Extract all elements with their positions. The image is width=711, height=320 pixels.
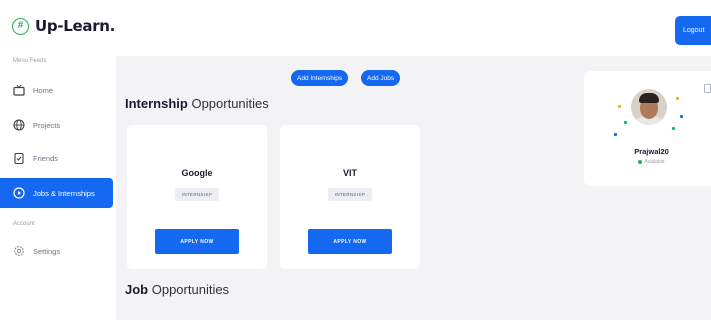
add-internships-button[interactable]: Add Internships bbox=[291, 70, 349, 86]
sidebar: # Up-Learn. Menu Feeds Home Projects Fri… bbox=[0, 0, 116, 320]
play-circle-icon bbox=[13, 187, 25, 199]
top-bar: Logout bbox=[116, 0, 711, 56]
profile-card: Prajwal20 Available bbox=[584, 71, 711, 186]
sidebar-item-jobs-internships[interactable]: Jobs & Internships bbox=[0, 178, 113, 208]
globe-icon bbox=[13, 119, 25, 131]
sidebar-item-settings[interactable]: Settings bbox=[0, 236, 113, 266]
confetti-dot bbox=[614, 133, 617, 136]
tv-icon bbox=[13, 84, 25, 96]
confetti-dot bbox=[676, 97, 679, 100]
document-icon[interactable] bbox=[704, 84, 711, 93]
sidebar-item-label: Friends bbox=[33, 153, 59, 163]
internship-tag: INTERNSHIP bbox=[327, 188, 373, 201]
jobs-section-title: Job Opportunities bbox=[125, 282, 230, 297]
confetti-dot bbox=[672, 127, 675, 130]
company-name: VIT bbox=[342, 168, 357, 178]
apply-now-button[interactable]: APPLY NOW bbox=[308, 229, 392, 254]
menu-section-label: Menu Feeds bbox=[13, 58, 47, 64]
company-name: Google bbox=[181, 168, 213, 178]
brand-name: Up-Learn. bbox=[35, 17, 116, 35]
sidebar-item-label: Projects bbox=[33, 120, 61, 130]
internship-tag: INTERNSHIP bbox=[174, 188, 220, 201]
internship-card: VIT INTERNSHIP APPLY NOW bbox=[280, 125, 420, 269]
avatar[interactable] bbox=[631, 89, 667, 125]
internships-section-title: Internship Opportunities bbox=[125, 96, 269, 111]
online-dot-icon bbox=[638, 159, 643, 164]
account-section-label: Account bbox=[13, 221, 35, 227]
sidebar-item-label: Settings bbox=[33, 246, 61, 256]
profile-username: Prajwal20 bbox=[634, 147, 669, 156]
gear-icon bbox=[13, 245, 25, 257]
sidebar-item-label: Home bbox=[33, 85, 54, 95]
sidebar-item-label: Jobs & Internships bbox=[33, 188, 95, 198]
sidebar-item-friends[interactable]: Friends bbox=[0, 143, 113, 173]
confetti-dot bbox=[624, 121, 627, 124]
add-jobs-button[interactable]: Add Jobs bbox=[361, 70, 401, 86]
confetti-dot bbox=[680, 115, 683, 118]
sidebar-item-projects[interactable]: Projects bbox=[0, 110, 113, 140]
status-badge: Available bbox=[584, 159, 711, 165]
apply-now-button[interactable]: APPLY NOW bbox=[155, 229, 239, 254]
brand-logo[interactable]: # Up-Learn. bbox=[12, 17, 115, 35]
hash-logo-icon: # bbox=[12, 17, 29, 35]
clipboard-icon bbox=[13, 152, 25, 164]
confetti-dot bbox=[618, 105, 621, 108]
internship-card: Google INTERNSHIP APPLY NOW bbox=[127, 125, 267, 269]
sidebar-item-home[interactable]: Home bbox=[0, 75, 113, 105]
main-content: Add Internships Add Jobs Internship Oppo… bbox=[116, 56, 711, 320]
logout-button[interactable]: Logout bbox=[675, 16, 711, 45]
